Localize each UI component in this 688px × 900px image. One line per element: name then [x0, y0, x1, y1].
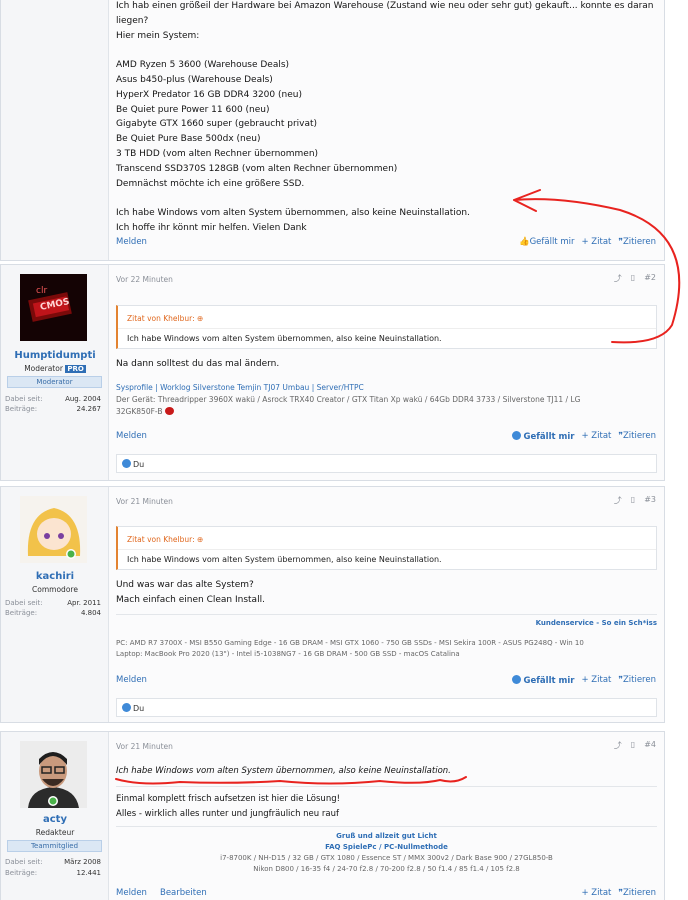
avatar[interactable]: [20, 496, 87, 563]
user-joined: Dabei seit: Apr. 2011: [5, 599, 101, 607]
post-1-body: Ich hab einen größeil der Hardware bei A…: [109, 0, 664, 260]
post-2-user-column: clr CMOS Humptidumpti Moderator PRO Mode…: [1, 265, 109, 480]
report-link[interactable]: Melden: [116, 888, 147, 898]
username[interactable]: Humptidumpti: [1, 350, 109, 361]
like-button[interactable]: 👍Gefällt mir: [519, 237, 575, 247]
bookmark-icon[interactable]: ▯: [631, 740, 635, 751]
post-4: acty Redakteur Teammitglied Dabei seit: M…: [0, 731, 665, 900]
avatar[interactable]: clr CMOS: [20, 274, 87, 341]
post-2-text: Na dann solltest du das mal ändern.: [116, 359, 280, 369]
signature-links[interactable]: Sysprofile | Worklog Silverstone Temjin …: [116, 382, 657, 394]
inline-quote: Ich habe Windows vom alten System überno…: [116, 766, 451, 776]
cite-button[interactable]: ❞Zitieren: [618, 237, 656, 247]
user-joined: Dabei seit: März 2008: [5, 858, 101, 866]
signature: Gruß und allzeit gut Licht FAQ SpielePc …: [116, 831, 657, 875]
post-2: clr CMOS Humptidumpti Moderator PRO Mode…: [0, 264, 665, 481]
ladybug-icon: [164, 407, 174, 415]
post-number[interactable]: #2: [644, 273, 656, 284]
bookmark-icon[interactable]: ▯: [631, 273, 635, 284]
quote-header[interactable]: Zitat von Khelbur: ⊕: [118, 527, 656, 550]
post-tools: ⤴ ▯ #4: [614, 740, 656, 751]
signature-link[interactable]: Kundenservice - So ein Sch*iss: [116, 615, 657, 627]
avatar[interactable]: [20, 741, 87, 808]
post-3-actions: Melden Gefällt mir + Zitat ❞Zitieren: [116, 675, 656, 689]
quote-button[interactable]: + Zitat: [581, 888, 611, 898]
signature: Sysprofile | Worklog Silverstone Temjin …: [116, 382, 657, 418]
post-1-actions: Melden 👍Gefällt mir + Zitat ❞Zitieren: [116, 237, 656, 251]
quote-button[interactable]: + Zitat: [581, 675, 611, 686]
like-button[interactable]: Gefällt mir: [512, 431, 574, 442]
cite-button[interactable]: ❞Zitieren: [618, 431, 656, 442]
signature-links[interactable]: FAQ SpielePc / PC-Nullmethode: [116, 842, 657, 853]
post-2-actions: Melden Gefällt mir + Zitat ❞Zitieren: [116, 431, 656, 445]
user-title: Commodore: [32, 585, 78, 594]
quote-button[interactable]: + Zitat: [581, 237, 611, 247]
report-link[interactable]: Melden: [116, 237, 147, 247]
arrow-up-circle-icon: ⊕: [197, 535, 204, 544]
post-3: kachiri Commodore Dabei seit: Apr. 2011 B…: [0, 486, 665, 723]
share-icon[interactable]: ⤴: [614, 495, 622, 506]
quote-block: Zitat von Khelbur: ⊕ Ich habe Windows vo…: [116, 526, 657, 570]
user-posts: Beiträge: 4.804: [5, 609, 101, 617]
report-link[interactable]: Melden: [116, 431, 147, 441]
signature: Kundenservice - So ein Sch*iss PC: AMD R…: [116, 614, 657, 660]
arrow-up-circle-icon: ⊕: [197, 314, 204, 323]
avatar-image: [20, 741, 87, 808]
username[interactable]: kachiri: [1, 571, 109, 582]
bookmark-icon[interactable]: ▯: [631, 495, 635, 506]
separator: [116, 786, 657, 787]
edit-link[interactable]: Bearbeiten: [160, 888, 207, 898]
post-4-user-column: acty Redakteur Teammitglied Dabei seit: M…: [1, 732, 109, 900]
user-title: Redakteur: [35, 828, 75, 837]
post-3-text: Und was war das alte System? Mach einfac…: [116, 580, 265, 605]
post-3-body: Vor 21 Minuten ⤴ ▯ #3 Zitat von Khelbur: ⊕…: [109, 487, 664, 722]
quote-text: Ich habe Windows vom alten System überno…: [127, 555, 442, 564]
username[interactable]: acty: [1, 814, 109, 825]
thumbs-up-icon: 👍: [518, 237, 530, 247]
user-badge: Moderator: [7, 376, 102, 388]
post-time[interactable]: Vor 22 Minuten: [116, 275, 173, 284]
like-button[interactable]: Gefällt mir: [512, 675, 574, 686]
pro-badge: PRO: [65, 365, 86, 373]
like-reaction-icon: [122, 459, 131, 468]
user-badge: Teammitglied: [7, 840, 102, 852]
user-title: Moderator PRO: [24, 364, 86, 373]
post-1: Ich hab einen größeil der Hardware bei A…: [0, 0, 665, 261]
user-joined: Dabei seit: Aug. 2004: [5, 395, 101, 403]
post-number[interactable]: #3: [644, 495, 656, 506]
post-2-body: Vor 22 Minuten ⤴ ▯ #2 Zitat von Khelbur: ⊕…: [109, 265, 664, 480]
post-1-user-column: [1, 0, 109, 260]
post-4-body: Vor 21 Minuten ⤴ ▯ #4 Ich habe Windows vom…: [109, 732, 664, 900]
cite-button[interactable]: ❞Zitieren: [618, 675, 656, 686]
like-reaction-icon: [122, 703, 131, 712]
post-4-actions: Melden Bearbeiten + Zitat ❞Zitieren: [116, 888, 656, 900]
avatar-text-1: clr: [36, 286, 48, 296]
thumbs-up-icon: [512, 675, 522, 684]
user-posts: Beiträge: 12.441: [5, 869, 101, 877]
separator: [116, 826, 657, 827]
report-link[interactable]: Melden: [116, 675, 147, 685]
post-tools: ⤴ ▯ #2: [614, 273, 656, 284]
share-icon[interactable]: ⤴: [614, 273, 622, 284]
thumbs-up-icon: [512, 431, 522, 440]
post-time[interactable]: Vor 21 Minuten: [116, 497, 173, 506]
quote-text: Ich habe Windows vom alten System überno…: [127, 334, 442, 343]
post-3-user-column: kachiri Commodore Dabei seit: Apr. 2011 B…: [1, 487, 109, 722]
post-4-text: Einmal komplett frisch aufsetzen ist hie…: [116, 794, 341, 819]
post-1-text: Ich hab einen größeil der Hardware bei A…: [116, 1, 654, 233]
quote-block: Zitat von Khelbur: ⊕ Ich habe Windows vo…: [116, 305, 657, 349]
post-tools: ⤴ ▯ #3: [614, 495, 656, 506]
quote-button[interactable]: + Zitat: [581, 431, 611, 442]
share-icon[interactable]: ⤴: [614, 740, 622, 751]
user-posts: Beiträge: 24.267: [5, 405, 101, 413]
reactions-bar[interactable]: Du: [116, 698, 657, 717]
avatar-image: [20, 496, 87, 563]
post-number[interactable]: #4: [644, 740, 656, 751]
cite-button[interactable]: ❞Zitieren: [618, 888, 656, 898]
reactions-bar[interactable]: Du: [116, 454, 657, 473]
quote-header[interactable]: Zitat von Khelbur: ⊕: [118, 306, 656, 329]
post-time[interactable]: Vor 21 Minuten: [116, 742, 173, 751]
